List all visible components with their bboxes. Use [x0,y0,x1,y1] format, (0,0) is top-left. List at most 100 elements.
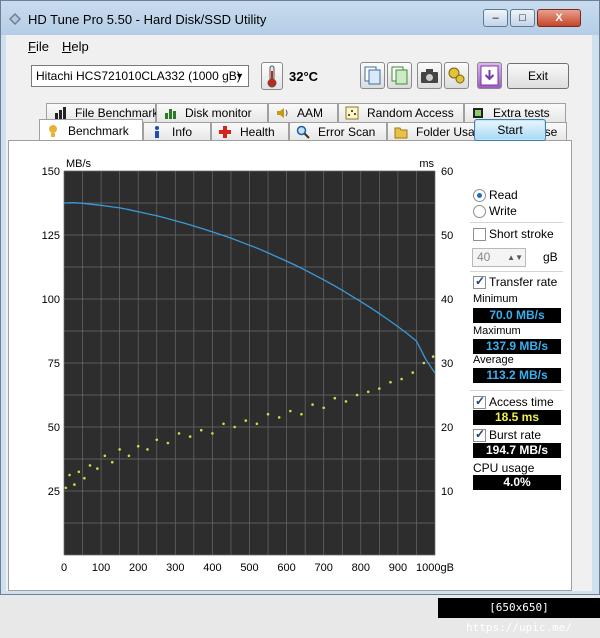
access-time-point [244,419,248,422]
write-label: Write [489,204,517,218]
x-tick-label: 500 [240,562,258,574]
x-tick-label: 900 [389,562,407,574]
transfer-rate-label: Transfer rate [489,275,558,289]
access-time-point [110,460,114,464]
burst-rate-value: 194.7 MB/s [473,443,561,458]
access-time-point [411,371,415,374]
access-time-point [277,416,281,419]
divider [470,271,563,272]
exit-button[interactable]: Exit [507,63,569,89]
maximum-value: 137.9 MB/s [473,339,561,354]
x-tick-label: 300 [166,562,184,574]
access-time-point [255,422,259,426]
access-time-point [266,412,270,416]
burst-rate-checkbox[interactable]: ✓ [473,427,486,442]
y-right-unit-label: ms [419,158,434,170]
y-right-tick-label: 60 [441,166,453,178]
access-time-point [222,422,225,426]
transfer-rate-checkbox[interactable]: ✓ [473,274,486,289]
minimum-label: Minimum [473,293,518,305]
access-time-point [77,470,81,474]
short-stroke-checkbox[interactable] [473,228,486,241]
read-label: Read [489,188,518,202]
short-stroke-field[interactable]: 40 ▲▼ [472,248,526,267]
access-time-point [118,448,121,451]
burst-rate-label: Burst rate [489,428,542,442]
access-time-point [73,483,76,486]
y-left-tick-label: 100 [42,294,60,306]
access-time-point [366,390,370,394]
access-time-point [289,409,292,413]
app-window: HD Tune Pro 5.50 - Hard Disk/SSD Utility… [0,0,600,595]
x-tick-label: 600 [277,562,295,574]
minimize-button[interactable]: – [483,9,508,27]
y-right-tick-label: 30 [441,358,453,370]
x-tick-label: 0 [61,562,67,574]
maximize-button[interactable]: □ [510,9,535,27]
divider [470,390,563,391]
access-time-point [127,454,131,458]
access-time-point [378,387,381,390]
spinner-icon[interactable]: ▲▼ [507,249,523,266]
cpu-usage-value: 4.0% [473,475,561,490]
access-time-point [322,406,326,410]
access-time-point [400,377,403,381]
access-time-point [422,361,426,365]
access-time-point [333,396,337,400]
benchmark-chart: 150 125 100 75 50 25 60 50 40 30 20 10 MB/s ms 0 100 200… [42,158,454,574]
access-time-point [64,486,68,490]
short-stroke-label: Short stroke [489,227,554,241]
y-left-tick-label: 125 [42,230,60,242]
write-radio[interactable] [473,205,486,218]
x-tick-label: 800 [352,562,370,574]
watermark: [650x650] https://upic.me/ [438,598,600,634]
access-time-point [431,355,435,358]
y-left-tick-label: 50 [48,422,60,434]
access-time-point [389,380,392,384]
maximum-label: Maximum [473,325,521,337]
access-time-point [311,403,314,406]
average-label: Average [473,354,514,366]
access-time-point [155,438,159,442]
access-time-point [103,454,107,458]
access-time-point [136,444,140,448]
x-tick-label: 1000gB [416,562,454,574]
cpu-usage-label: CPU usage [473,461,535,475]
access-time-point [96,467,99,470]
access-time-checkbox[interactable]: ✓ [473,394,486,409]
access-time-point [211,432,214,435]
access-time-point [177,432,181,435]
access-time-point [233,425,236,429]
y-left-tick-label: 75 [48,358,60,370]
extra-tests-icon [473,108,483,118]
access-time-value: 18.5 ms [473,410,561,425]
access-time-point [88,464,92,467]
access-time-point [355,393,359,397]
x-tick-label: 700 [315,562,333,574]
x-tick-label: 200 [129,562,147,574]
access-time-point [188,435,192,438]
start-button[interactable]: Start [474,119,546,141]
x-tick-label: 400 [203,562,221,574]
access-time-label: Access time [489,395,554,409]
y-left-tick-label: 150 [42,166,60,178]
y-right-tick-label: 40 [441,294,453,306]
save-icon[interactable] [477,62,502,89]
access-time-point [344,400,348,403]
x-tick-label: 100 [92,562,110,574]
y-left-tick-label: 25 [48,486,60,498]
minimum-value: 70.0 MB/s [473,308,561,323]
divider [470,222,563,223]
read-radio[interactable] [473,189,486,202]
y-right-tick-label: 50 [441,230,453,242]
close-button[interactable]: X [537,9,581,27]
y-left-unit-label: MB/s [66,158,92,170]
y-right-tick-label: 10 [441,486,453,498]
short-stroke-unit: gB [543,250,558,264]
access-time-point [83,476,86,480]
average-value: 113.2 MB/s [473,368,561,383]
y-right-tick-label: 20 [441,422,453,434]
access-time-point [199,428,203,432]
access-time-point [146,448,149,451]
access-time-point [166,441,170,445]
